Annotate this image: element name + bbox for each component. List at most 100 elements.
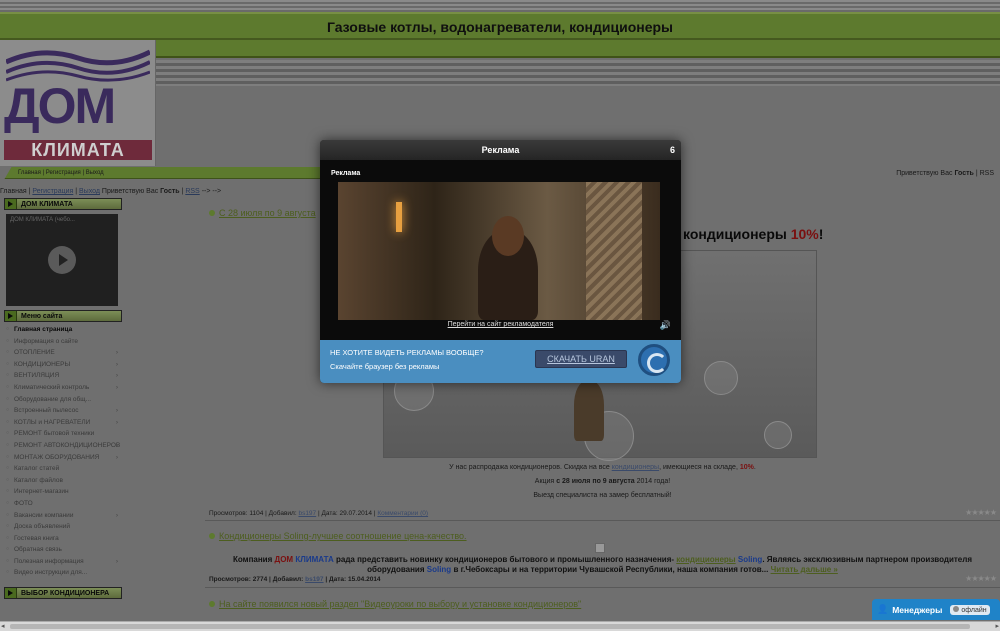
uran-browser-icon[interactable] xyxy=(638,344,670,376)
menu-item-label[interactable]: Оборудование для общ... xyxy=(14,396,91,403)
ad-header-title: Реклама xyxy=(481,145,520,155)
menu-item-label[interactable]: Обратная связь xyxy=(14,546,62,553)
menu-item-label[interactable]: Доска объявлений xyxy=(14,523,70,530)
speaker-icon[interactable]: 🔊 xyxy=(660,320,671,331)
nav-logout-link[interactable]: Выход xyxy=(79,188,100,195)
menu-item-label[interactable]: РЕМОНТ АВТОКОНДИЦИОНЕРОВ xyxy=(14,442,120,449)
article2-title[interactable]: Кондиционеры Soling-лучшее соотношение ц… xyxy=(209,531,467,541)
menu-item-label[interactable]: КОНДИЦИОНЕРЫ xyxy=(14,361,70,368)
sidebar-menu-item[interactable]: ВЕНТИЛЯЦИЯ › xyxy=(6,372,122,384)
menu-item-label[interactable]: ВЕНТИЛЯЦИЯ xyxy=(14,372,59,379)
ad-modal-body: Реклама Перейти на сайт рекламодателя 🔊 xyxy=(320,160,681,340)
scroll-right-icon[interactable]: ▸ xyxy=(995,622,999,630)
menu-item-label[interactable]: Полезная информация xyxy=(14,558,84,565)
sidebar-menu-item[interactable]: ФОТО xyxy=(6,500,122,512)
sidebar-menu-item[interactable]: РЕМОНТ АВТОКОНДИЦИОНЕРОВ› xyxy=(6,442,122,454)
comments-link[interactable]: Комментарии (0) xyxy=(377,510,428,517)
play-icon[interactable] xyxy=(48,246,76,274)
sidebar-menu-item[interactable]: Каталог статей xyxy=(6,465,122,477)
sidebar-menu-item[interactable]: Оборудование для общ... xyxy=(6,396,122,408)
sidebar-block-ac-choice: ВЫБОР КОНДИЦИОНЕРА xyxy=(4,587,122,600)
menu-item-label[interactable]: Главная страница xyxy=(14,326,72,333)
scroll-left-icon[interactable]: ◂ xyxy=(1,622,5,630)
sidebar-menu-item[interactable]: ОТОПЛЕНИЕ › xyxy=(6,349,122,361)
sidebar-menu-item[interactable]: Видео инструкции для... xyxy=(6,569,122,581)
sidebar-menu-item[interactable]: Встроенный пылесос › xyxy=(6,407,122,419)
secondary-nav: Главная | Регистрация | Выход Приветству… xyxy=(0,188,222,195)
menu-item-label[interactable]: Информация о сайте xyxy=(14,338,78,345)
menu-item-label[interactable]: Климатический контроль xyxy=(14,384,89,391)
managers-label[interactable]: Менеджеры xyxy=(892,605,942,615)
menu-item-label[interactable]: Гостевая книга xyxy=(14,535,59,542)
status-text: офлайн xyxy=(961,606,987,614)
menu-item-label[interactable]: Интернет-магазин xyxy=(14,488,69,495)
sidebar-video[interactable]: ДОМ КЛИМАТА (чебо... xyxy=(6,214,118,306)
horizontal-scrollbar[interactable]: ◂ ▸ xyxy=(0,621,1000,631)
article3-title[interactable]: На сайте появился новый раздел "Видеоуро… xyxy=(209,599,581,609)
advertiser-link[interactable]: Перейти на сайт рекламодателя xyxy=(320,321,681,328)
cap2-text-c: 2014 года! xyxy=(636,478,671,485)
sidebar-menu-item[interactable]: Вакансии компании › xyxy=(6,512,122,524)
menu-item-label[interactable]: Каталог файлов xyxy=(14,477,63,484)
site-logo[interactable]: ДОМ КЛИМАТА xyxy=(0,40,156,166)
sidebar-menu-item[interactable]: Обратная связь xyxy=(6,546,122,558)
logo-text-klimata: КЛИМАТА xyxy=(4,140,152,160)
views-count: 2774 xyxy=(252,576,268,583)
rating-stars-icon[interactable]: ★★★★★ xyxy=(965,508,997,517)
submenu-arrow-icon: › xyxy=(115,383,118,391)
sidebar-menu-item[interactable]: РЕМОНТ бытовой техники xyxy=(6,430,122,442)
sidebar-menu-item[interactable]: Гостевая книга xyxy=(6,535,122,547)
menu-item-label[interactable]: ОТОПЛЕНИЕ xyxy=(14,349,55,356)
date-value: 15.04.2014 xyxy=(348,576,381,583)
ad-question: НЕ ХОТИТЕ ВИДЕТЬ РЕКЛАМЫ ВООБЩЕ? xyxy=(330,348,484,357)
submenu-arrow-icon: › xyxy=(115,407,118,415)
article2-title-text[interactable]: Кондиционеры Soling-лучшее соотношение ц… xyxy=(219,531,467,541)
sidebar-menu-item[interactable]: Доска объявлений xyxy=(6,523,122,535)
menu-item-label[interactable]: ФОТО xyxy=(14,500,33,507)
menu-item-label[interactable]: КОТЛЫ и НАГРЕВАТЕЛИ xyxy=(14,419,90,426)
menu-item-label[interactable]: Вакансии компании xyxy=(14,512,73,519)
cap2-dates: с 28 июля по 9 августа xyxy=(556,478,635,485)
sidebar-menu-item[interactable]: Интернет-магазин xyxy=(6,488,122,500)
sidebar-menu-item[interactable]: МОНТАЖ ОБОРУДОВАНИЯ › xyxy=(6,454,122,466)
sidebar-menu-item[interactable]: Информация о сайте xyxy=(6,338,122,350)
submenu-arrow-icon: › xyxy=(115,372,118,380)
rating-stars-icon[interactable]: ★★★★★ xyxy=(965,574,997,583)
date-value: 29.07.2014 xyxy=(339,510,373,517)
author-link[interactable]: bs197 xyxy=(305,576,323,583)
sidebar-menu-item[interactable]: Климатический контроль › xyxy=(6,384,122,396)
nav-register-link[interactable]: Регистрация xyxy=(32,188,73,195)
date-label: Дата: xyxy=(328,576,347,583)
scrollbar-thumb[interactable] xyxy=(10,624,970,629)
sidebar-block-menu: Меню сайта xyxy=(4,310,122,322)
menu-item-label[interactable]: Каталог статей xyxy=(14,465,59,472)
sidebar-menu-item[interactable]: Полезная информация › xyxy=(6,558,122,570)
menu-item-label[interactable]: МОНТАЖ ОБОРУДОВАНИЯ xyxy=(14,454,99,461)
article3-title-text[interactable]: На сайте появился новый раздел "Видеоуро… xyxy=(219,599,581,609)
menu-item-label[interactable]: Видео инструкции для... xyxy=(14,569,87,576)
sidebar-menu-item[interactable]: Главная страница xyxy=(6,326,122,338)
ad-video[interactable] xyxy=(338,182,660,320)
a2-link-ac[interactable]: кондиционеры xyxy=(676,555,735,564)
managers-chat-widget[interactable]: 👤 Менеджеры офлайн xyxy=(872,599,1000,620)
site-title: Газовые котлы, водонагреватели, кондицио… xyxy=(326,19,674,35)
menu-item-label[interactable]: РЕМОНТ бытовой техники xyxy=(14,430,94,437)
top-nav-links[interactable]: Главная | Регистрация | Выход xyxy=(18,170,104,176)
menu-item-label[interactable]: Встроенный пылесос xyxy=(14,407,78,414)
divider xyxy=(205,520,1000,521)
rss-link[interactable]: RSS xyxy=(980,170,994,177)
sidebar-menu-item[interactable]: КОТЛЫ и НАГРЕВАТЕЛИ › xyxy=(6,419,122,431)
greeting-prefix: Приветствую Вас xyxy=(896,170,953,177)
sidebar-menu-item[interactable]: Каталог файлов xyxy=(6,477,122,489)
article1-title-text[interactable]: С 28 июля по 9 августа xyxy=(219,208,316,218)
submenu-arrow-icon: › xyxy=(115,441,118,449)
read-more-link[interactable]: Читать дальше » xyxy=(771,565,838,574)
nav-rss-link[interactable]: RSS xyxy=(185,188,199,195)
cap1-link[interactable]: кондиционеры xyxy=(612,464,659,471)
sidebar-menu-item[interactable]: КОНДИЦИОНЕРЫ › xyxy=(6,361,122,373)
download-uran-button[interactable]: СКАЧАТЬ URAN xyxy=(535,350,627,368)
article1-title[interactable]: С 28 июля по 9 августа xyxy=(209,208,316,218)
author-link[interactable]: bs197 xyxy=(298,510,316,517)
nav-home-link[interactable]: Главная xyxy=(0,188,27,195)
a2-dom: ДОМ xyxy=(274,555,294,564)
